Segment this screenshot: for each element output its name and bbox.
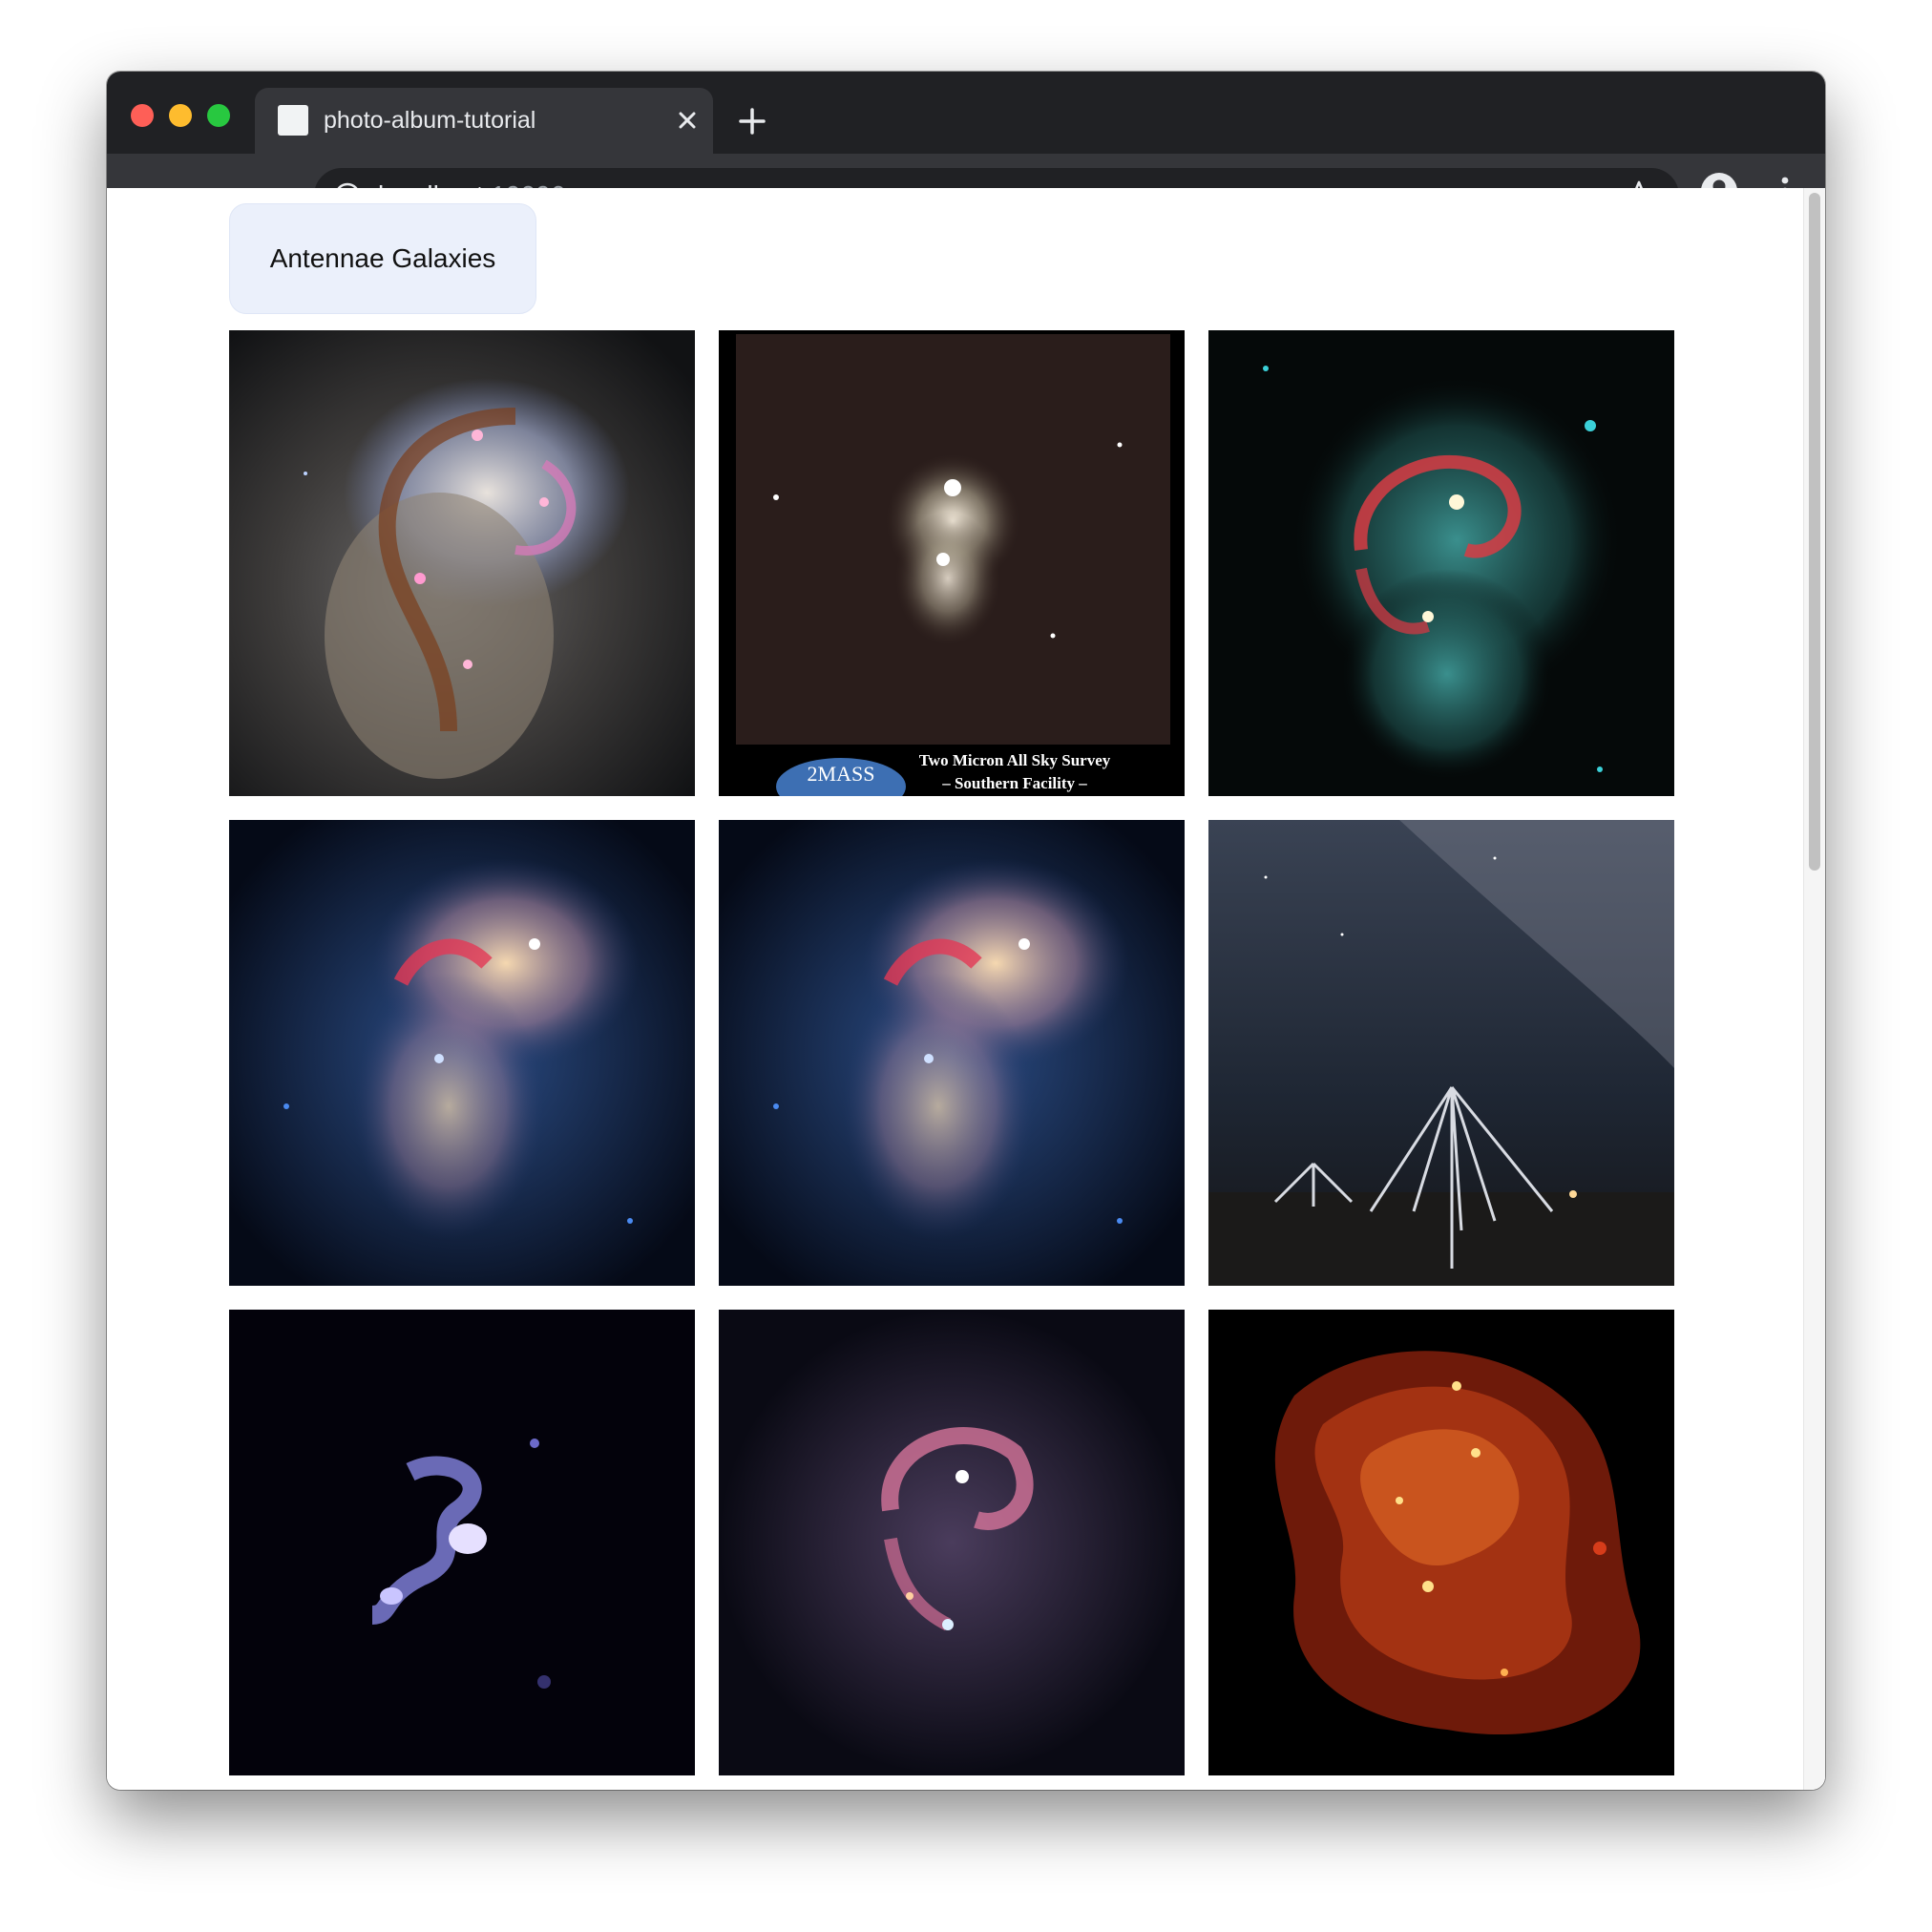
vertical-scrollbar[interactable] (1803, 188, 1825, 1790)
photo-tile[interactable] (1208, 820, 1674, 1286)
browser-tab[interactable]: photo-album-tutorial (255, 88, 713, 154)
telescope-night-sky-image (1208, 820, 1674, 1286)
xray-galaxy-image (1208, 1310, 1674, 1775)
maximize-window-button[interactable] (207, 104, 230, 127)
composite-galaxy-image (719, 820, 1185, 1286)
photo-tile[interactable] (229, 820, 695, 1286)
page-favicon-icon (278, 105, 308, 136)
album-title[interactable]: Antennae Galaxies (229, 203, 536, 314)
close-tab-icon[interactable] (671, 104, 704, 136)
survey-galaxy-image: 2MASS Two Micron All Sky Survey – Southe… (719, 330, 1185, 796)
survey-caption-line1: Two Micron All Sky Survey (919, 751, 1111, 769)
minimize-window-button[interactable] (169, 104, 192, 127)
galaxy-image (229, 330, 695, 796)
browser-window: photo-album-tutorial localhost:19006 (107, 72, 1825, 1790)
photo-tile[interactable] (1208, 330, 1674, 796)
close-window-button[interactable] (131, 104, 154, 127)
radio-galaxy-image (229, 1310, 695, 1775)
page-content: Antennae Galaxies 2MASS Two Micron All S… (107, 188, 1825, 1790)
survey-logo-text: 2MASS (808, 762, 875, 786)
new-tab-icon[interactable] (735, 104, 769, 138)
photo-tile[interactable] (719, 1310, 1185, 1775)
survey-caption-line2: – Southern Facility – (941, 774, 1087, 792)
spitzer-galaxy-image (719, 1310, 1185, 1775)
scrollbar-thumb[interactable] (1809, 193, 1820, 871)
photo-tile[interactable] (229, 1310, 695, 1775)
tab-title: photo-album-tutorial (324, 107, 536, 134)
photo-tile[interactable] (719, 820, 1185, 1286)
tab-bar: photo-album-tutorial (107, 72, 1825, 154)
infrared-galaxy-image (1208, 330, 1674, 796)
photo-tile[interactable] (229, 330, 695, 796)
composite-galaxy-image (229, 820, 695, 1286)
photo-tile[interactable]: 2MASS Two Micron All Sky Survey – Southe… (719, 330, 1185, 796)
photo-tile[interactable] (1208, 1310, 1674, 1775)
